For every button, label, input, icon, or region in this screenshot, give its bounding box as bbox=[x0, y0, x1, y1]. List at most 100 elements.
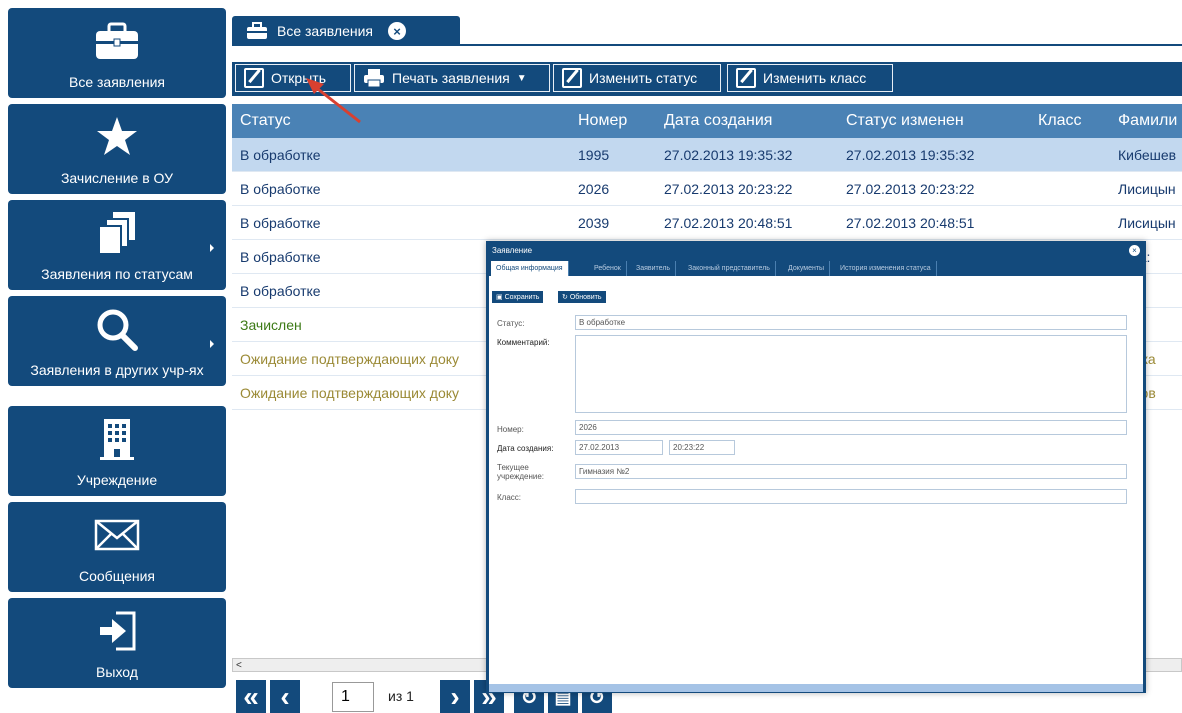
print-button-label: Печать заявления bbox=[392, 70, 510, 86]
sidebar-item-enrollment[interactable]: Зачисление в ОУ bbox=[8, 104, 226, 194]
sidebar-item-exit[interactable]: Выход bbox=[8, 598, 226, 688]
table-header: Статус Номер Дата создания Статус измене… bbox=[232, 104, 1182, 138]
tab-legal-representative[interactable]: Законный представитель bbox=[683, 261, 776, 276]
dialog-title: Заявление bbox=[489, 244, 1143, 258]
cell-class bbox=[1030, 138, 1110, 171]
page-number-input[interactable]: 1 bbox=[332, 682, 374, 712]
column-header-number[interactable]: Номер bbox=[570, 104, 656, 138]
tab-strip: Все заявления × bbox=[232, 16, 1182, 46]
cell-number: 2039 bbox=[578, 214, 610, 231]
column-header-changed[interactable]: Статус изменен bbox=[838, 104, 1030, 138]
cell-surname: Лисицын bbox=[1118, 214, 1176, 231]
cell-status: В обработке bbox=[240, 146, 321, 163]
tab-applicant[interactable]: Заявитель bbox=[631, 261, 677, 276]
sidebar-item-label: Заявления по статусам bbox=[41, 266, 193, 282]
sidebar-item-all-applications[interactable]: Все заявления bbox=[8, 8, 226, 98]
class-field[interactable] bbox=[575, 489, 1127, 504]
tab-label: Все заявления bbox=[277, 23, 374, 39]
building-icon bbox=[8, 414, 226, 464]
date-created-field[interactable]: 27.02.2013 bbox=[575, 440, 663, 455]
toolbar: Открыть Печать заявления ▼ Изменить стат… bbox=[232, 62, 1182, 96]
number-field[interactable]: 2026 bbox=[575, 420, 1127, 435]
briefcase-icon bbox=[8, 16, 226, 66]
sidebar-item-label: Сообщения bbox=[79, 568, 155, 584]
first-page-button[interactable]: « bbox=[236, 680, 266, 713]
time-created-field[interactable]: 20:23:22 bbox=[669, 440, 735, 455]
close-icon[interactable]: × bbox=[388, 22, 407, 40]
chevron-right-icon bbox=[210, 340, 214, 348]
refresh-button[interactable]: ↻ Обновить bbox=[557, 290, 607, 304]
cell-surname: Лисицын bbox=[1118, 180, 1176, 197]
sidebar-item-label: Зачисление в ОУ bbox=[60, 170, 174, 186]
tab-general[interactable]: Общая информация bbox=[491, 261, 569, 276]
save-label: Сохранить bbox=[504, 294, 540, 301]
sidebar-item-label: Учреждение bbox=[76, 472, 158, 488]
comment-field[interactable] bbox=[575, 335, 1127, 413]
column-header-created[interactable]: Дата создания bbox=[656, 104, 838, 138]
table-row[interactable]: В обработке 2039 27.02.2013 20:48:51 27.… bbox=[232, 206, 1182, 240]
edit-icon bbox=[736, 68, 756, 88]
print-application-button[interactable]: Печать заявления ▼ bbox=[354, 64, 550, 92]
briefcase-icon bbox=[247, 22, 267, 39]
column-header-class[interactable]: Класс bbox=[1030, 104, 1110, 138]
cell-number: 2026 bbox=[578, 180, 610, 197]
tab-status-history[interactable]: История изменения статуса bbox=[835, 261, 937, 276]
caret-down-icon: ▼ bbox=[516, 72, 527, 84]
sidebar-item-label: Выход bbox=[96, 664, 138, 680]
sidebar-item-by-status[interactable]: Заявления по статусам bbox=[8, 200, 226, 290]
tab-all-applications[interactable]: Все заявления × bbox=[232, 16, 460, 46]
star-icon bbox=[8, 112, 226, 162]
save-icon: ▣ bbox=[496, 294, 505, 301]
cell-surname: Кибешев bbox=[1118, 146, 1177, 163]
status-label: Статус: bbox=[497, 319, 525, 328]
change-status-label: Изменить статус bbox=[589, 70, 698, 86]
cell-class bbox=[1030, 206, 1110, 239]
chevron-right-icon bbox=[210, 244, 214, 252]
app-window: Все заявления Зачисление в ОУ Заявления … bbox=[0, 0, 1182, 713]
save-button[interactable]: ▣ Сохранить bbox=[491, 290, 545, 304]
sidebar-item-messages[interactable]: Сообщения bbox=[8, 502, 226, 592]
envelope-icon bbox=[8, 510, 226, 560]
column-header-status[interactable]: Статус bbox=[232, 104, 570, 138]
refresh-icon: ↻ bbox=[562, 294, 570, 301]
date-created-label: Дата создания: bbox=[497, 444, 554, 453]
table-row[interactable]: В обработке 2026 27.02.2013 20:23:22 27.… bbox=[232, 172, 1182, 206]
cell-class bbox=[1030, 172, 1110, 205]
current-institution-field[interactable]: Гимназия №2 bbox=[575, 464, 1127, 479]
sidebar-item-other-institutions[interactable]: Заявления в других учр-ях bbox=[8, 296, 226, 386]
cell-status: В обработке bbox=[240, 180, 321, 197]
table-row[interactable]: В обработке 1995 27.02.2013 19:35:32 27.… bbox=[232, 138, 1182, 172]
sidebar-item-institution[interactable]: Учреждение bbox=[8, 406, 226, 496]
cell-changed: 27.02.2013 20:23:22 bbox=[846, 180, 975, 197]
exit-icon bbox=[8, 606, 226, 656]
page-count: из 1 bbox=[388, 688, 414, 704]
cell-number: 1995 bbox=[578, 146, 610, 163]
printer-icon bbox=[364, 69, 384, 88]
tab-documents[interactable]: Документы bbox=[783, 261, 831, 276]
refresh-label: Обновить bbox=[569, 294, 602, 301]
number-label: Номер: bbox=[497, 425, 524, 434]
change-class-label: Изменить класс bbox=[763, 70, 867, 86]
class-label: Класс: bbox=[497, 493, 521, 502]
change-status-button[interactable]: Изменить статус bbox=[553, 64, 721, 92]
close-icon[interactable]: × bbox=[1129, 245, 1140, 256]
comment-label: Комментарий: bbox=[497, 338, 550, 347]
next-page-button[interactable]: › bbox=[440, 680, 470, 713]
cell-created: 27.02.2013 19:35:32 bbox=[664, 146, 793, 163]
tab-child[interactable]: Ребенок bbox=[589, 261, 627, 276]
cell-created: 27.02.2013 20:23:22 bbox=[664, 180, 793, 197]
cell-created: 27.02.2013 20:48:51 bbox=[664, 214, 793, 231]
sidebar-item-label: Все заявления bbox=[68, 74, 165, 90]
pointer-arrow-annotation bbox=[306, 78, 361, 124]
edit-icon bbox=[244, 68, 264, 88]
application-dialog: Заявление × Общая информация Ребенок Зая… bbox=[486, 241, 1146, 693]
column-header-surname[interactable]: Фамили bbox=[1110, 104, 1182, 138]
prev-page-button[interactable]: ‹ bbox=[270, 680, 300, 713]
change-class-button[interactable]: Изменить класс bbox=[727, 64, 893, 92]
status-field[interactable]: В обработке bbox=[575, 315, 1127, 330]
dialog-toolbar: ▣ Сохранить ↻ Обновить bbox=[489, 276, 1143, 306]
sidebar-item-label: Заявления в других учр-ях bbox=[30, 362, 204, 378]
scroll-left-icon[interactable]: < bbox=[236, 660, 242, 671]
cell-changed: 27.02.2013 19:35:32 bbox=[846, 146, 975, 163]
dialog-horizontal-scrollbar[interactable] bbox=[489, 684, 1143, 692]
